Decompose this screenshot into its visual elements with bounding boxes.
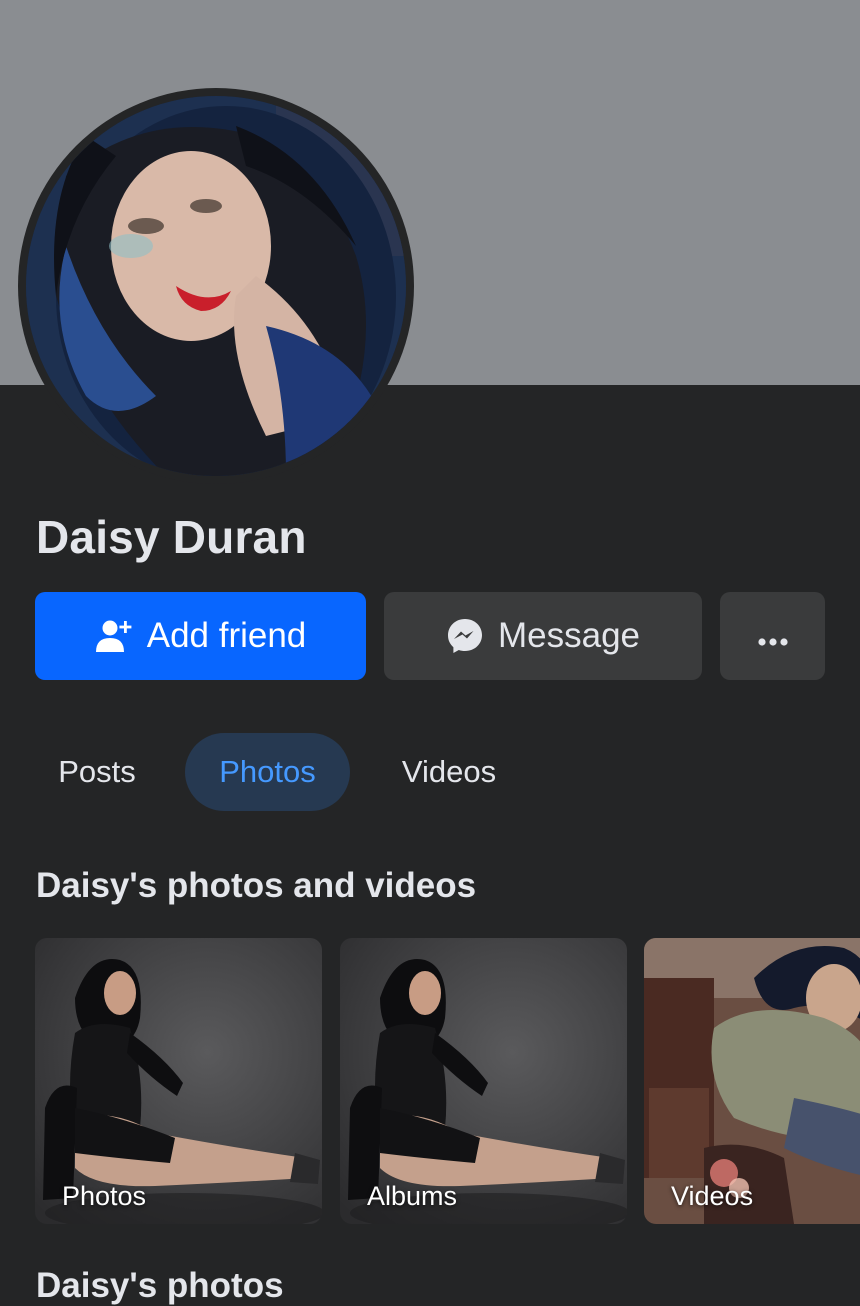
media-section-title: Daisy's photos and videos (36, 866, 477, 905)
message-label: Message (497, 616, 641, 655)
avatar-image (26, 96, 406, 476)
more-dots-icon (757, 616, 789, 656)
profile-name: Daisy Duran (36, 511, 307, 563)
tab-posts[interactable]: Posts (36, 733, 158, 811)
message-button[interactable]: Message (384, 592, 702, 680)
add-friend-label: Add friend (146, 616, 307, 655)
tab-photos[interactable]: Photos (185, 733, 350, 811)
photos-tile-label: Photos (62, 1181, 147, 1211)
videos-tile[interactable]: Videos (644, 938, 860, 1224)
tab-videos[interactable]: Videos (378, 733, 520, 811)
add-friend-button[interactable]: Add friend (35, 592, 366, 680)
next-section-title: Daisy's photos (36, 1266, 284, 1305)
videos-tile-label: Videos (671, 1181, 754, 1211)
profile-avatar[interactable] (26, 96, 406, 476)
albums-tile[interactable]: Albums (340, 938, 627, 1224)
profile-tabs: Posts Photos Videos (0, 733, 860, 813)
messenger-icon (446, 617, 484, 655)
person-plus-icon (95, 617, 133, 655)
more-options-button[interactable] (720, 592, 825, 680)
photos-tile[interactable]: Photos (35, 938, 322, 1224)
albums-tile-label: Albums (367, 1181, 458, 1211)
